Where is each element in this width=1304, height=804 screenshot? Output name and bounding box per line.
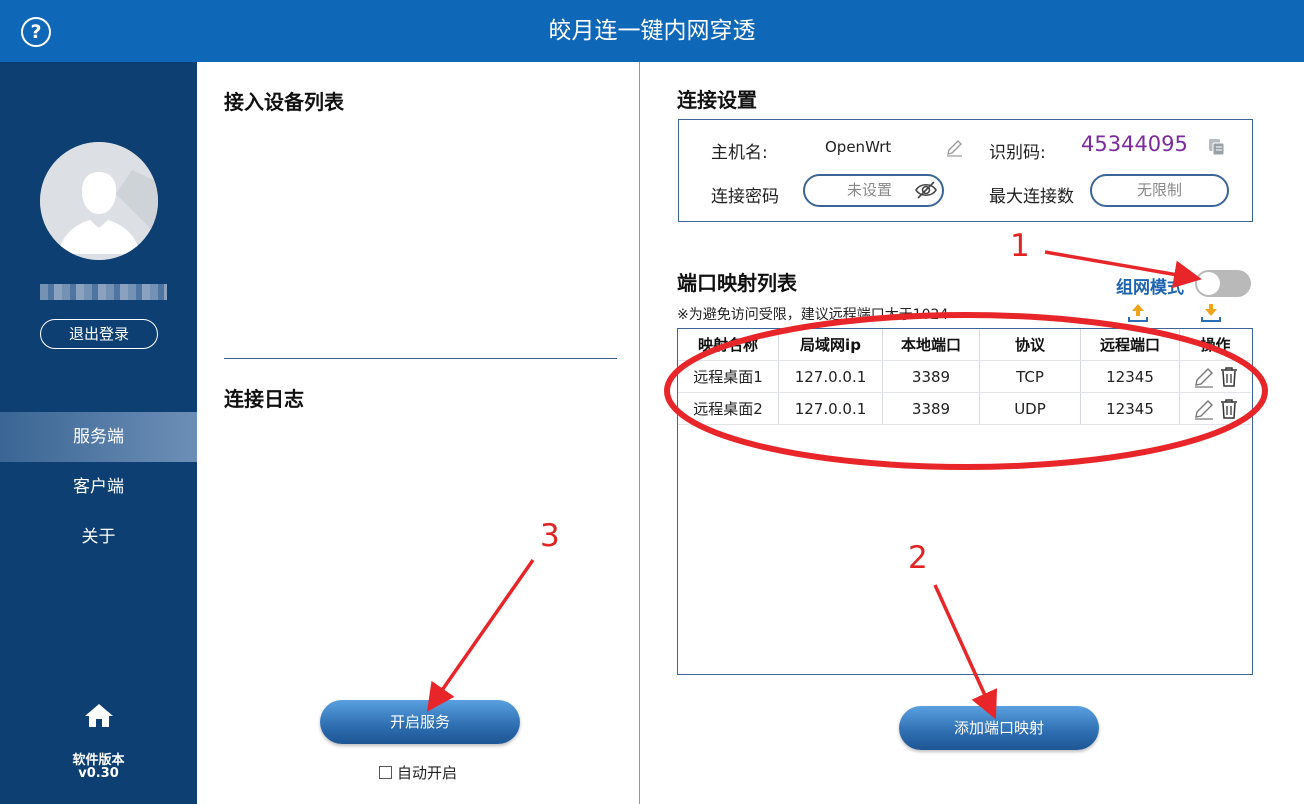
password-label: 连接密码 [711, 187, 779, 207]
cell-local-port: 3389 [882, 360, 980, 393]
sidebar: 退出登录 服务端 客户端 关于 软件版本 v0.30 [0, 62, 197, 804]
username-redacted [40, 284, 167, 300]
hostname-label: 主机名: [711, 143, 768, 163]
max-conn-label: 最大连接数 [989, 187, 1074, 207]
table-row[interactable]: 远程桌面1 127.0.0.1 3389 TCP 12345 [678, 360, 1251, 393]
cell-protocol: UDP [979, 392, 1081, 425]
nav-client[interactable]: 客户端 [0, 462, 197, 512]
delete-icon[interactable] [1219, 398, 1239, 420]
auto-start-option[interactable]: 自动开启 [379, 762, 457, 783]
home-icon[interactable] [84, 702, 114, 728]
cell-remote-port: 12345 [1080, 392, 1180, 425]
col-remote-port: 远程端口 [1080, 329, 1180, 361]
upload-icon[interactable] [1127, 303, 1149, 323]
password-placeholder: 未设置 [846, 181, 892, 199]
title-bar: ? 皎月连一键内网穿透 [0, 0, 1304, 62]
nav-server[interactable]: 服务端 [0, 412, 197, 462]
col-local-port: 本地端口 [882, 329, 980, 361]
settings-title: 连接设置 [677, 88, 757, 112]
edit-icon[interactable] [1193, 398, 1215, 420]
cell-name: 远程桌面2 [678, 392, 779, 425]
copy-icon[interactable] [1207, 137, 1227, 157]
cell-local-port: 3389 [882, 392, 980, 425]
annotation-number: 2 [908, 540, 928, 576]
port-note: ※为避免访问受限，建议远程端口大于1024 [677, 307, 949, 323]
log-title: 连接日志 [224, 387, 304, 411]
auto-start-label: 自动开启 [397, 764, 458, 782]
cell-protocol: TCP [979, 360, 1081, 393]
cell-remote-port: 12345 [1080, 360, 1180, 393]
cell-lan-ip: 127.0.0.1 [778, 392, 883, 425]
window-title: 皎月连一键内网穿透 [548, 18, 756, 44]
edit-icon[interactable] [1193, 366, 1215, 388]
col-actions: 操作 [1179, 329, 1251, 361]
avatar [40, 142, 158, 260]
col-name: 映射名称 [678, 329, 779, 361]
logout-button[interactable]: 退出登录 [40, 319, 158, 349]
edit-hostname-icon[interactable] [945, 139, 963, 157]
vertical-divider [639, 62, 640, 804]
eye-off-icon[interactable] [914, 180, 938, 200]
download-icon[interactable] [1200, 303, 1222, 323]
port-map-title: 端口映射列表 [677, 271, 797, 295]
network-mode-label: 组网模式 [1116, 278, 1184, 298]
table-row[interactable]: 远程桌面2 127.0.0.1 3389 UDP 12345 [678, 392, 1251, 425]
nav-about[interactable]: 关于 [0, 512, 197, 562]
annotation-number: 1 [1010, 228, 1030, 264]
cell-lan-ip: 127.0.0.1 [778, 360, 883, 393]
auto-start-checkbox[interactable] [379, 766, 392, 779]
annotation-number: 3 [540, 518, 560, 554]
max-conn-input[interactable]: 无限制 [1090, 174, 1229, 207]
panel-divider [224, 358, 617, 359]
add-port-map-button[interactable]: 添加端口映射 [899, 706, 1099, 750]
cell-actions [1179, 392, 1251, 425]
annotation-arrow-3 [426, 558, 535, 712]
network-mode-toggle[interactable] [1195, 270, 1251, 297]
port-map-table: 映射名称 局域网ip 本地端口 协议 远程端口 操作 远程桌面1 127.0.0… [677, 328, 1253, 675]
devices-title: 接入设备列表 [224, 90, 344, 114]
col-protocol: 协议 [979, 329, 1081, 361]
version-number: v0.30 [78, 766, 119, 781]
code-label: 识别码: [989, 143, 1046, 163]
start-service-button[interactable]: 开启服务 [320, 700, 520, 744]
hostname-value: OpenWrt [825, 138, 892, 156]
col-lan-ip: 局域网ip [778, 329, 883, 361]
cell-name: 远程桌面1 [678, 360, 779, 393]
delete-icon[interactable] [1219, 366, 1239, 388]
code-value: 45344095 [1081, 132, 1188, 156]
toggle-knob [1197, 272, 1220, 295]
cell-actions [1179, 360, 1251, 393]
